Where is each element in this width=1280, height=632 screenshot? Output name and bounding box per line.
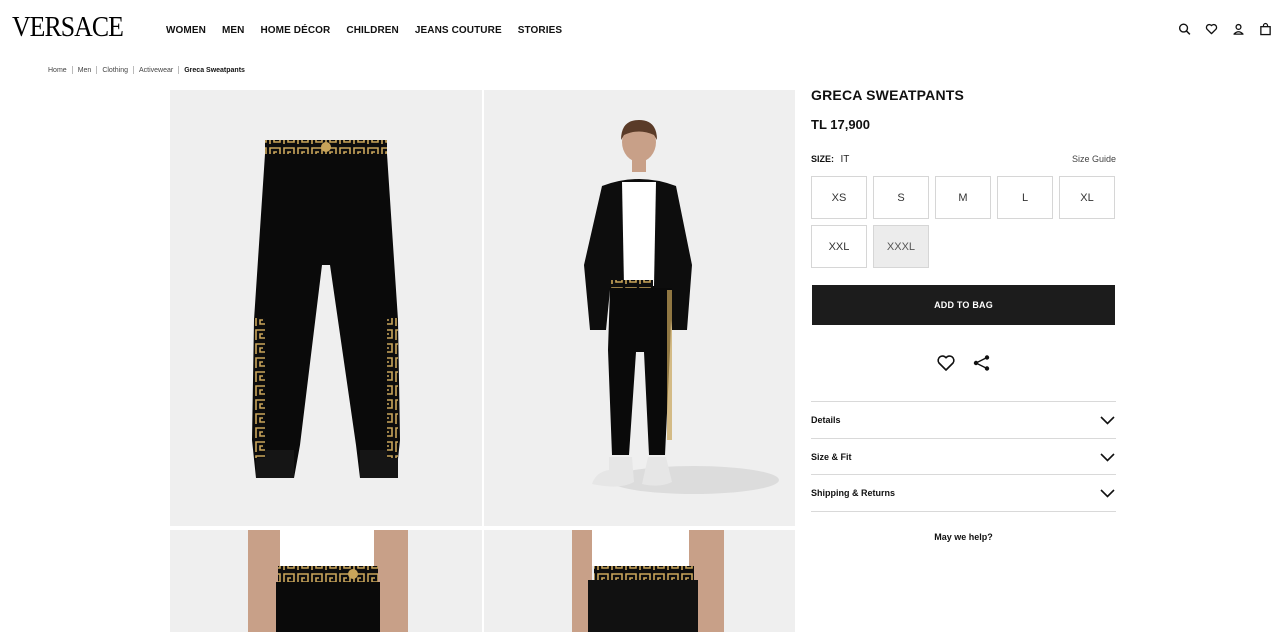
breadcrumb: Home Men Clothing Activewear Greca Sweat… xyxy=(48,66,245,74)
product-image-flat[interactable] xyxy=(170,90,482,526)
size-label: SIZE: xyxy=(811,154,835,164)
size-option-xxxl[interactable]: XXXL xyxy=(873,225,929,268)
nav-item-women[interactable]: WOMEN xyxy=(166,25,206,36)
bag-icon[interactable] xyxy=(1259,22,1272,36)
size-option-m[interactable]: M xyxy=(935,176,991,219)
nav-item-children[interactable]: CHILDREN xyxy=(346,25,398,36)
nav-item-stories[interactable]: STORIES xyxy=(518,25,562,36)
size-system: IT xyxy=(840,154,850,165)
main-nav: WOMEN MEN HOME DÉCOR CHILDREN JEANS COUT… xyxy=(166,25,578,36)
accordion-size-fit[interactable]: Size & Fit xyxy=(811,438,1116,475)
size-selector-header: SIZE: IT xyxy=(811,154,849,165)
heart-icon[interactable] xyxy=(1205,22,1218,36)
breadcrumb-men[interactable]: Men xyxy=(78,67,92,74)
site-header: VERSACE WOMEN MEN HOME DÉCOR CHILDREN JE… xyxy=(0,0,1280,62)
share-icon[interactable] xyxy=(972,354,992,372)
chevron-down-icon xyxy=(1100,488,1115,498)
product-title: GRECA SWEATPANTS xyxy=(811,87,965,103)
search-icon[interactable] xyxy=(1178,22,1191,36)
add-to-bag-button[interactable]: ADD TO BAG xyxy=(812,285,1115,325)
accordion-label: Details xyxy=(811,415,841,425)
nav-item-jeans-couture[interactable]: JEANS COUTURE xyxy=(415,25,502,36)
product-image-waist-front[interactable] xyxy=(170,530,482,632)
chevron-down-icon xyxy=(1100,415,1115,425)
product-image-model[interactable] xyxy=(484,90,795,526)
breadcrumb-current: Greca Sweatpants xyxy=(184,66,245,74)
heart-icon[interactable] xyxy=(936,354,956,372)
breadcrumb-divider xyxy=(133,66,134,74)
size-guide-link[interactable]: Size Guide xyxy=(1072,154,1116,164)
breadcrumb-divider xyxy=(96,66,98,74)
accordion-shipping-returns[interactable]: Shipping & Returns xyxy=(811,474,1116,511)
breadcrumb-clothing[interactable]: Clothing xyxy=(102,67,128,74)
product-image-waist-back[interactable] xyxy=(484,530,795,632)
breadcrumb-home[interactable]: Home xyxy=(48,67,67,74)
breadcrumb-divider xyxy=(178,66,180,74)
header-icons xyxy=(1178,22,1272,36)
nav-item-home-decor[interactable]: HOME DÉCOR xyxy=(260,25,330,36)
breadcrumb-divider xyxy=(71,66,73,74)
size-option-xxl[interactable]: XXL xyxy=(811,225,867,268)
accordion-details[interactable]: Details xyxy=(811,401,1116,438)
account-icon[interactable] xyxy=(1232,22,1245,36)
product-price: TL 17,900 xyxy=(811,117,871,132)
size-option-xl[interactable]: XL xyxy=(1059,176,1115,219)
accordion-label: Shipping & Returns xyxy=(811,488,895,498)
breadcrumb-activewear[interactable]: Activewear xyxy=(139,67,173,74)
brand-logo[interactable]: VERSACE xyxy=(12,12,124,44)
size-option-xs[interactable]: XS xyxy=(811,176,867,219)
size-option-s[interactable]: S xyxy=(873,176,929,219)
size-option-l[interactable]: L xyxy=(997,176,1053,219)
help-link[interactable]: May we help? xyxy=(811,532,1116,542)
nav-item-men[interactable]: MEN xyxy=(222,25,245,36)
accordion-label: Size & Fit xyxy=(811,452,852,462)
chevron-down-icon xyxy=(1100,452,1115,462)
accordion-divider xyxy=(811,511,1116,512)
